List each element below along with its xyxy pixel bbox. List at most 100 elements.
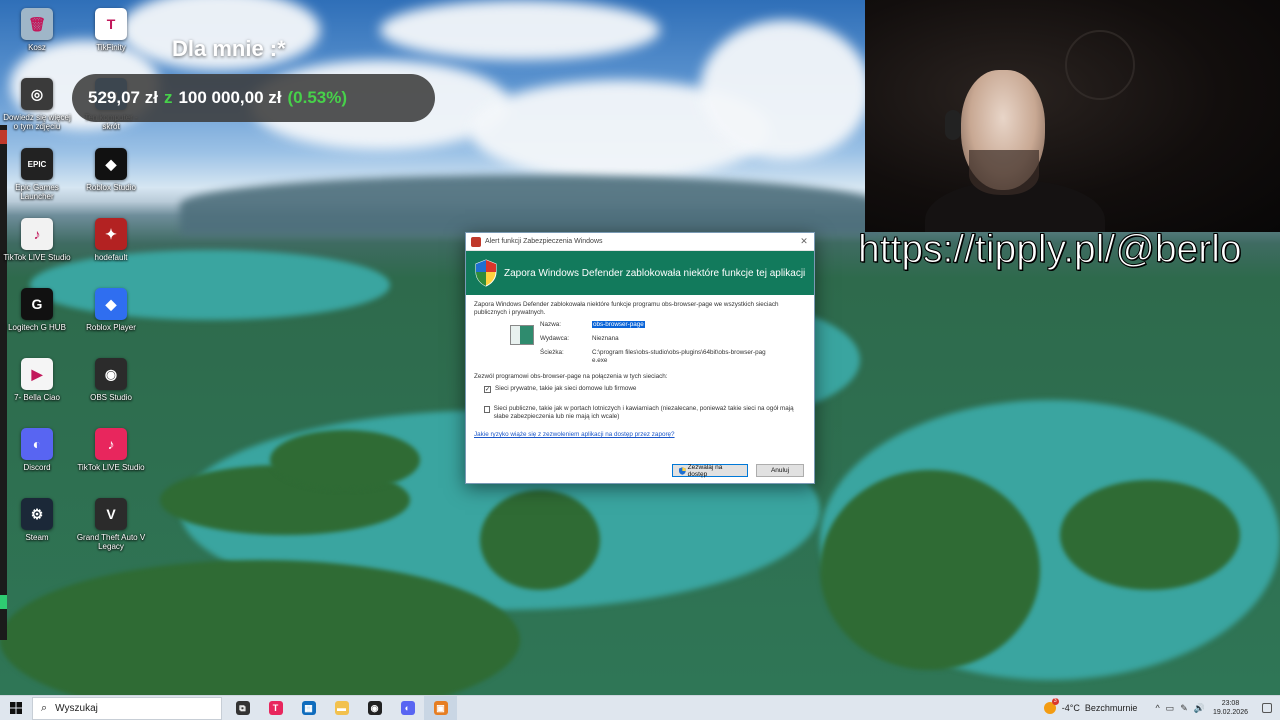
desktop-icon-label: Logitech G HUB (8, 323, 66, 332)
clock-date: 19.02.2026 (1212, 709, 1248, 716)
tiktok-live-studio-icon: ♪ (95, 428, 127, 460)
camera-info-icon: ◎ (21, 78, 53, 110)
path-row: Ścieżka: C:\program files\obs-studio\obs… (474, 349, 806, 365)
hodefault-icon: ✦ (95, 218, 127, 250)
desktop-icon[interactable]: T TikFinity (76, 8, 146, 52)
name-value[interactable]: obs-browser-page (592, 321, 645, 328)
steam-icon: ⚙ (21, 498, 53, 530)
taskbar-app-obs-studio[interactable]: ◉ (358, 696, 391, 720)
desktop-icon-label: Steam (25, 533, 49, 542)
streamer-beard (969, 150, 1039, 195)
desktop-icon-label: Dowiedz się więcej o tym zdjęciu (3, 113, 71, 131)
desktop-icon[interactable]: ⚙ Steam (2, 498, 72, 542)
app-window-icon (510, 325, 534, 345)
weather-widget[interactable]: 3 -4°C Bezchmurnie (1043, 698, 1138, 714)
taskbar-app-microsoft-store[interactable]: ▦ (292, 696, 325, 720)
allow-access-button[interactable]: Zezwalaj na dostęp (672, 463, 748, 478)
task-view-icon: ⧉ (235, 701, 250, 715)
desktop-icon[interactable]: ◆ Roblox Studio (76, 148, 146, 192)
dialog-titlebar[interactable]: Alert funkcji Zabezpieczenia Windows ✕ (466, 233, 814, 251)
private-network-checkbox[interactable]: ✓ (484, 386, 491, 393)
file-explorer-icon: ▬ (334, 701, 349, 715)
desktop-icon[interactable]: ✦ hodefault (76, 218, 146, 262)
desktop-icon-label: OBS Studio (90, 393, 132, 402)
desktop-icon-label: Grand Theft Auto V Legacy (76, 533, 146, 551)
taskbar: ⌕ Wyszukaj ⧉ T ▦ ▬ ◉ ◐ ▣ 3 -4°C Bezchmurnie ^ ▭… (0, 695, 1280, 720)
tipply-url: https://tipply.pl/@berlo (858, 228, 1243, 272)
risk-help-link[interactable]: Jakie ryzyko wiąże się z zezwoleniem apl… (474, 431, 806, 439)
desktop-icon-label: Discord (23, 463, 51, 472)
close-icon[interactable]: ✕ (794, 236, 814, 247)
dialog-intro: Zapora Windows Defender zablokowała niek… (474, 301, 779, 316)
tray-icon[interactable]: ^ (1155, 703, 1159, 714)
discord-icon: ◐ (400, 701, 415, 715)
desktop-icon[interactable]: ◉ OBS Studio (76, 358, 146, 402)
desktop-icon[interactable]: 🗑 Kosz (2, 8, 72, 52)
taskbar-apps: ⧉ T ▦ ▬ ◉ ◐ ▣ (226, 695, 457, 720)
gta5-icon: V (95, 498, 127, 530)
dialog-header: Zapora Windows Defender zablokowała niek… (466, 251, 814, 295)
desktop-icon[interactable]: ▶ 7- Bella Ciao (2, 358, 72, 402)
taskbar-clock[interactable]: 23:08 19.02.2026 (1213, 699, 1248, 717)
roblox-studio-icon: ◆ (95, 148, 127, 180)
tray-icon[interactable]: ▭ (1166, 703, 1175, 714)
recycle-bin-icon: 🗑 (21, 8, 53, 40)
start-button[interactable] (0, 696, 32, 720)
taskbar-app-tikfinity[interactable]: T (259, 696, 292, 720)
search-icon: ⌕ (41, 701, 48, 714)
taskbar-app-package-app[interactable]: ▣ (424, 695, 457, 720)
desktop-icon[interactable]: ◆ Roblox Player (76, 288, 146, 332)
allow-access-label: Zezwalaj na dostęp (687, 463, 723, 478)
desktop-icon[interactable]: ♪ TikTok LIVE Studio (76, 428, 146, 472)
public-network-option[interactable]: Sieci publiczne, takie jak w portach lot… (474, 405, 806, 421)
desktop-icon-label: TikTok LIVE Studio (77, 463, 145, 472)
obs-studio-icon: ◉ (367, 701, 382, 715)
donation-percent: (0.53%) (287, 88, 348, 107)
notification-icon[interactable] (1262, 703, 1272, 713)
desktop-icon-label: Roblox Player (86, 323, 136, 332)
tikfinity-icon: T (268, 701, 283, 715)
security-alert-icon (471, 236, 481, 247)
desktop-icon-label: Roblox Studio (86, 183, 136, 192)
desktop-icon-label: 7- Bella Ciao (14, 393, 60, 402)
weather-temperature: -4°C (1061, 703, 1080, 713)
tiktok-live-studio-icon: ♪ (21, 218, 53, 250)
desktop-icon[interactable]: EPIC Epic Games Launcher (2, 148, 72, 201)
tikfinity-icon: T (95, 8, 127, 40)
package-app-icon: ▣ (433, 701, 448, 715)
public-network-checkbox[interactable] (484, 406, 490, 413)
epic-games-icon: EPIC (21, 148, 53, 180)
desktop-icon[interactable]: ◐ Discord (2, 428, 72, 472)
private-network-option[interactable]: ✓ Sieci prywatne, takie jak sieci domowe… (474, 385, 806, 393)
microsoft-store-icon: ▦ (301, 701, 316, 715)
dialog-body: Zapora Windows Defender zablokowała niek… (466, 295, 814, 445)
taskbar-app-file-explorer[interactable]: ▬ (325, 696, 358, 720)
desktop-icon[interactable]: ◎ Dowiedz się więcej o tym zdjęciu (2, 78, 72, 131)
desktop-icon[interactable]: G Logitech G HUB (2, 288, 72, 332)
desktop-icon-label: Epic Games Launcher (15, 183, 59, 201)
allow-prompt: Zezwól programowi obs-browser-page na po… (474, 373, 668, 380)
weather-badge: 3 (1051, 698, 1059, 705)
system-tray-icons: ^ ▭ ✎ 🔊 (1155, 703, 1205, 714)
tray-icon[interactable]: 🔊 (1194, 703, 1205, 714)
webcam-feed (865, 0, 1280, 232)
desktop-icon[interactable]: ♪ TikTok LIVE Studio (2, 218, 72, 262)
roblox-player-icon: ◆ (95, 288, 127, 320)
donation-separator: z (163, 88, 173, 107)
desktop-icon[interactable]: V Grand Theft Auto V Legacy (76, 498, 146, 551)
shield-icon (475, 259, 497, 287)
dialog-buttons: Zezwalaj na dostęp Anuluj (672, 463, 804, 478)
path-value: C:\program files\obs-studio\obs-plugins\… (592, 349, 766, 364)
cancel-button[interactable]: Anuluj (756, 464, 804, 477)
taskbar-tray: 3 -4°C Bezchmurnie ^ ▭ ✎ 🔊 23:08 19.02.2026 (1043, 696, 1280, 720)
dialog-title: Alert funkcji Zabezpieczenia Windows (485, 238, 603, 245)
weather-description: Bezchmurnie (1084, 703, 1138, 713)
taskbar-app-task-view[interactable]: ⧉ (226, 696, 259, 720)
taskbar-search-box[interactable]: ⌕ Wyszukaj (32, 696, 222, 720)
logitech-ghub-icon: G (21, 288, 53, 320)
private-network-label: Sieci prywatne, takie jak sieci domowe l… (495, 385, 637, 392)
taskbar-app-discord[interactable]: ◐ (391, 696, 424, 720)
desktop-icon-label: hodefault (94, 253, 128, 262)
windows-logo-icon (10, 702, 22, 714)
tray-icon[interactable]: ✎ (1180, 703, 1188, 714)
